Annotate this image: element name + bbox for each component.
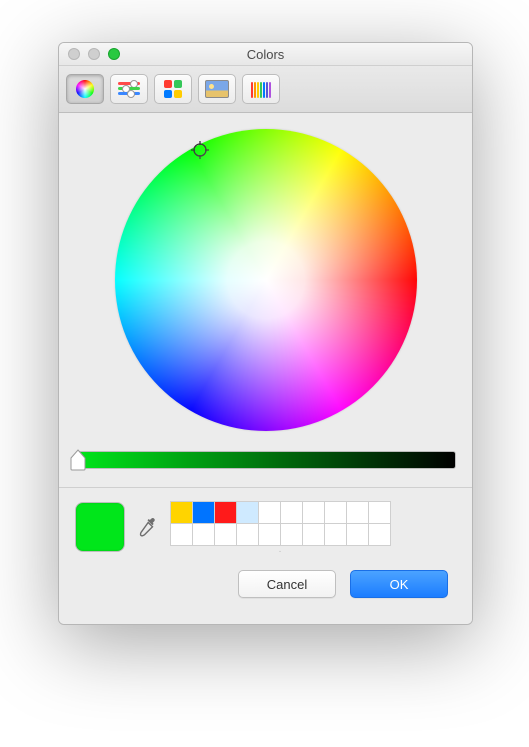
swatch-cell[interactable] <box>280 501 303 524</box>
swatch-cell[interactable] <box>346 501 369 524</box>
image-icon <box>205 80 229 98</box>
color-sliders-tab[interactable] <box>110 74 148 104</box>
swatch-cell[interactable] <box>302 523 325 546</box>
swatch-cell[interactable] <box>236 501 259 524</box>
window-controls <box>68 48 120 60</box>
cancel-button[interactable]: Cancel <box>238 570 336 598</box>
zoom-window-button[interactable] <box>108 48 120 60</box>
swatch-cell[interactable] <box>214 523 237 546</box>
swatch-cell[interactable] <box>280 523 303 546</box>
swatch-cell[interactable] <box>346 523 369 546</box>
brightness-slider-thumb[interactable] <box>70 449 86 471</box>
color-wheel[interactable] <box>115 129 417 431</box>
swatch-cell[interactable] <box>170 523 193 546</box>
color-wheel-icon <box>76 80 94 98</box>
swatch-cell[interactable] <box>324 501 347 524</box>
color-palettes-tab[interactable] <box>154 74 192 104</box>
swatch-cell[interactable] <box>324 523 347 546</box>
swatch-area: · <box>73 488 458 564</box>
brightness-slider[interactable] <box>75 451 456 469</box>
dialog-buttons: Cancel OK <box>73 564 458 612</box>
swatch-cell[interactable] <box>192 523 215 546</box>
color-wheel-area <box>73 125 458 445</box>
swatch-cell[interactable] <box>368 523 391 546</box>
eyedropper-button[interactable] <box>137 516 159 538</box>
swatch-cell[interactable] <box>368 501 391 524</box>
selected-color-swatch[interactable] <box>75 502 125 552</box>
color-wheel-reticle[interactable] <box>191 141 209 159</box>
swatch-cell[interactable] <box>214 501 237 524</box>
palette-icon <box>164 80 182 98</box>
swatch-grid <box>171 502 391 546</box>
swatch-cell[interactable] <box>302 501 325 524</box>
swatch-cell[interactable] <box>192 501 215 524</box>
minimize-window-button[interactable] <box>88 48 100 60</box>
color-wheel-tab[interactable] <box>66 74 104 104</box>
ok-button[interactable]: OK <box>350 570 448 598</box>
swatch-cell[interactable] <box>236 523 259 546</box>
swatch-cell[interactable] <box>258 523 281 546</box>
window-title: Colors <box>59 47 472 62</box>
swatch-resize-handle[interactable]: · <box>171 546 391 558</box>
image-palettes-tab[interactable] <box>198 74 236 104</box>
sliders-icon <box>118 81 140 97</box>
colors-window: Colors <box>58 42 473 625</box>
titlebar: Colors <box>59 43 472 66</box>
pencils-icon <box>251 80 271 98</box>
picker-mode-toolbar <box>59 66 472 113</box>
close-window-button[interactable] <box>68 48 80 60</box>
swatch-cell[interactable] <box>258 501 281 524</box>
pencils-tab[interactable] <box>242 74 280 104</box>
swatch-cell[interactable] <box>170 501 193 524</box>
